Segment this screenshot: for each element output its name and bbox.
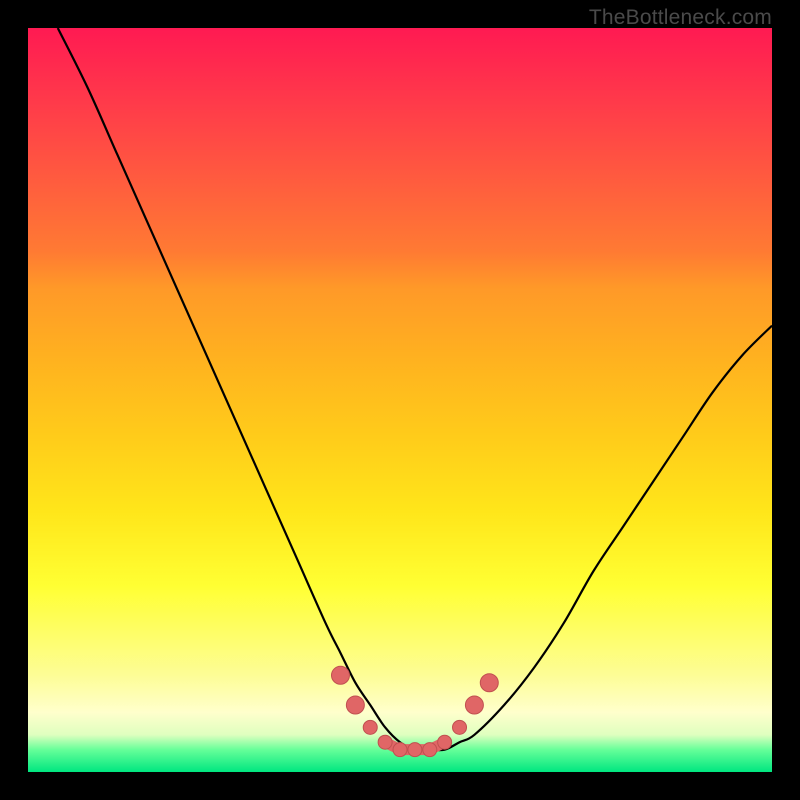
- bead: [423, 743, 437, 757]
- bead: [331, 666, 349, 684]
- bead: [346, 696, 364, 714]
- chart-frame: TheBottleneck.com: [0, 0, 800, 800]
- plot-area: [28, 28, 772, 772]
- bead: [465, 696, 483, 714]
- bead: [408, 743, 422, 757]
- curve-layer: [28, 28, 772, 772]
- bead: [438, 735, 452, 749]
- watermark-text: TheBottleneck.com: [589, 6, 772, 30]
- bead: [393, 743, 407, 757]
- bead-cluster: [331, 666, 498, 756]
- bottleneck-curve: [58, 28, 772, 750]
- bead: [480, 674, 498, 692]
- bead: [378, 735, 392, 749]
- bead: [363, 720, 377, 734]
- bead: [453, 720, 467, 734]
